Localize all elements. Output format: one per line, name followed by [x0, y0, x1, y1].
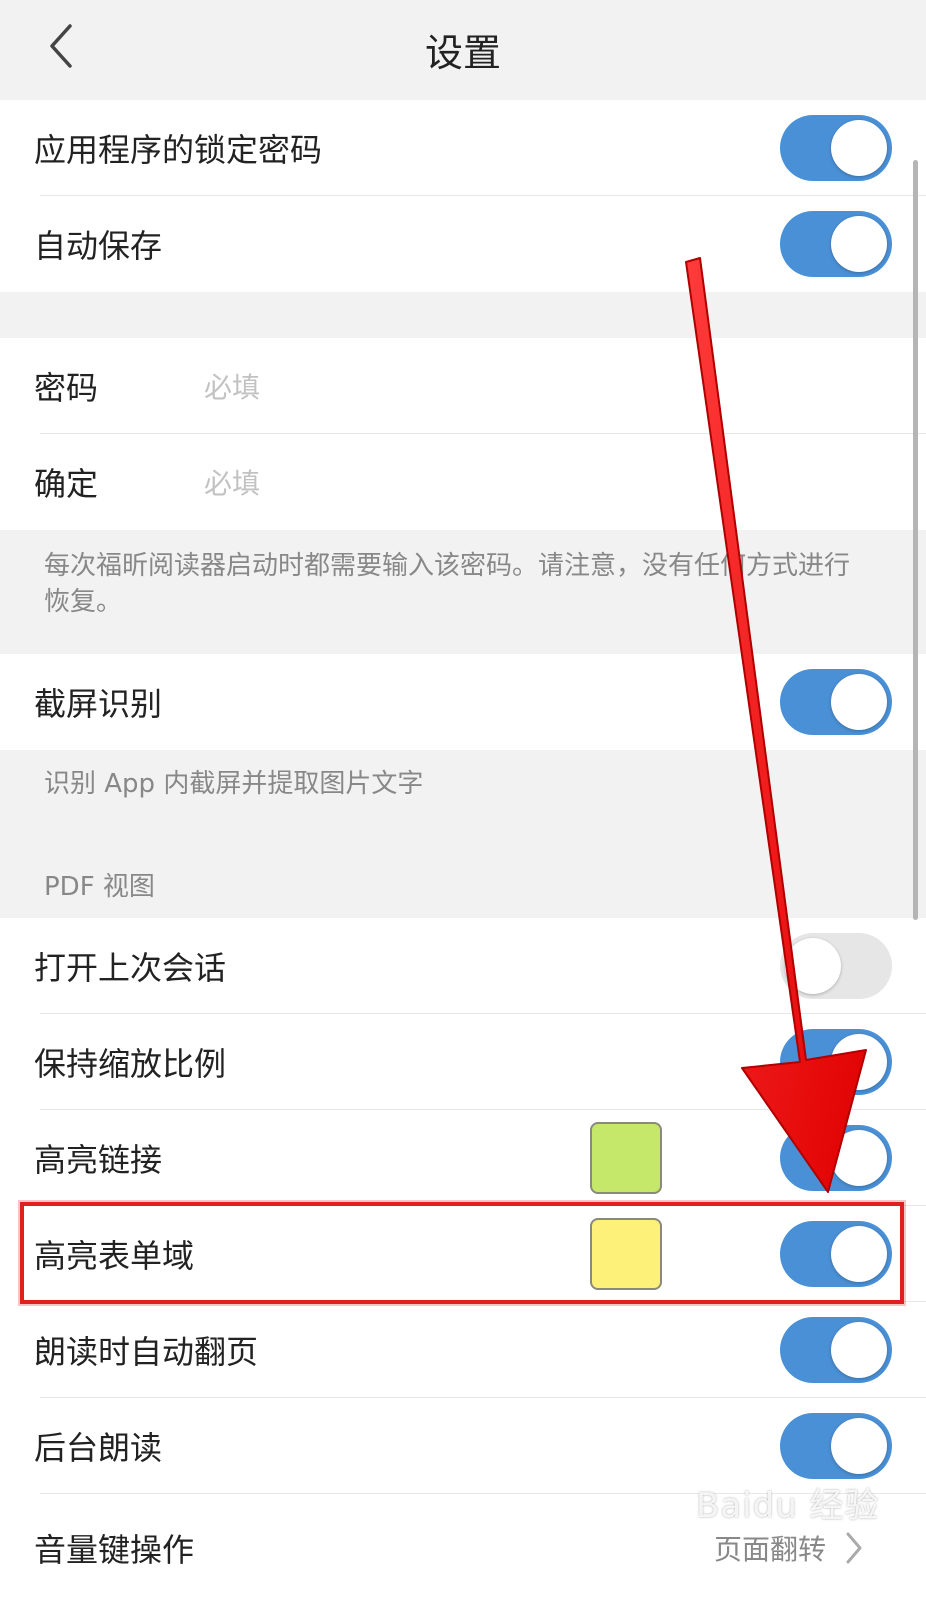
- password-hint-area: 每次福昕阅读器启动时都需要输入该密码。请注意，没有任何方式进行恢复。: [0, 530, 926, 654]
- settings-row-auto-turn-page[interactable]: 朗读时自动翻页: [0, 1302, 926, 1398]
- screenshot-hint-area: 识别 App 内截屏并提取图片文字 PDF 视图: [0, 750, 926, 918]
- settings-row-open-last-session[interactable]: 打开上次会话: [0, 918, 926, 1014]
- screenshot-recognition-label: 截屏识别: [34, 685, 163, 723]
- highlight-form-fields-color-swatch[interactable]: [590, 1218, 662, 1290]
- chevron-right-icon: [846, 1532, 862, 1564]
- confirm-password-row[interactable]: 确定 必填: [0, 434, 926, 530]
- highlight-form-fields-label: 高亮表单域: [34, 1237, 195, 1275]
- password-label: 密码: [34, 369, 99, 407]
- header-bar: 设置: [0, 0, 926, 100]
- settings-row-auto-save[interactable]: 自动保存: [0, 196, 926, 292]
- volume-key-label: 音量键操作: [34, 1531, 195, 1569]
- password-input[interactable]: 必填: [204, 366, 260, 406]
- app-lock-toggle[interactable]: [780, 115, 892, 181]
- settings-row-screenshot-recognition[interactable]: 截屏识别: [0, 654, 926, 750]
- toggle-knob: [831, 1226, 887, 1282]
- toggle-knob: [831, 1130, 887, 1186]
- keep-zoom-toggle[interactable]: [780, 1029, 892, 1095]
- toggle-knob: [831, 1322, 887, 1378]
- highlight-links-color-swatch[interactable]: [590, 1122, 662, 1194]
- auto-save-toggle[interactable]: [780, 211, 892, 277]
- screenshot-recognition-toggle[interactable]: [780, 669, 892, 735]
- auto-turn-page-toggle[interactable]: [780, 1317, 892, 1383]
- toggle-knob: [831, 1034, 887, 1090]
- settings-row-keep-zoom[interactable]: 保持缩放比例: [0, 1014, 926, 1110]
- highlight-links-label: 高亮链接: [34, 1141, 163, 1179]
- confirm-password-input[interactable]: 必填: [204, 462, 260, 502]
- settings-row-app-lock[interactable]: 应用程序的锁定密码: [0, 100, 926, 196]
- background-reading-toggle[interactable]: [780, 1413, 892, 1479]
- toggle-knob: [831, 216, 887, 272]
- toggle-knob: [831, 1418, 887, 1474]
- background-reading-label: 后台朗读: [34, 1429, 163, 1467]
- toggle-knob: [831, 674, 887, 730]
- toggle-knob: [785, 938, 841, 994]
- pdf-view-section-title: PDF 视图: [44, 872, 155, 902]
- auto-turn-page-label: 朗读时自动翻页: [34, 1333, 259, 1371]
- confirm-label: 确定: [34, 465, 99, 503]
- scrollbar[interactable]: [913, 160, 918, 920]
- auto-save-label: 自动保存: [34, 227, 163, 265]
- settings-row-highlight-links[interactable]: 高亮链接: [0, 1110, 926, 1206]
- settings-row-highlight-form-fields[interactable]: 高亮表单域: [0, 1206, 926, 1302]
- password-hint-text: 每次福昕阅读器启动时都需要输入该密码。请注意，没有任何方式进行恢复。: [44, 551, 851, 617]
- highlight-links-toggle[interactable]: [780, 1125, 892, 1191]
- open-last-session-toggle[interactable]: [780, 933, 892, 999]
- watermark-text: Baidu 经验: [696, 1486, 880, 1526]
- page-title: 设置: [424, 31, 501, 75]
- screenshot-hint-text: 识别 App 内截屏并提取图片文字: [44, 769, 424, 799]
- password-row[interactable]: 密码 必填: [0, 338, 926, 434]
- keep-zoom-label: 保持缩放比例: [34, 1045, 227, 1083]
- highlight-form-fields-toggle[interactable]: [780, 1221, 892, 1287]
- open-last-session-label: 打开上次会话: [34, 949, 227, 987]
- volume-key-value: 页面翻转: [713, 1533, 826, 1566]
- toggle-knob: [831, 120, 887, 176]
- app-lock-label: 应用程序的锁定密码: [34, 131, 323, 169]
